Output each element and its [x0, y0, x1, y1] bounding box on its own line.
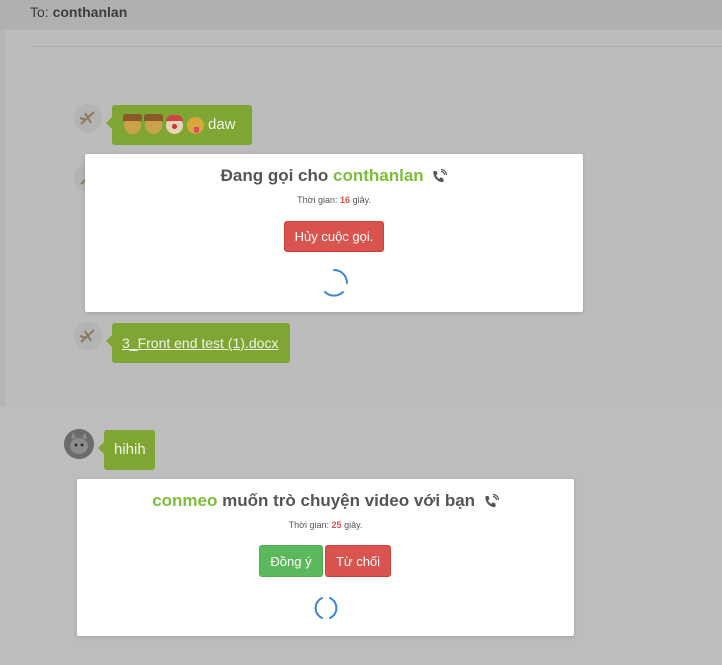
to-prefix: To:: [30, 4, 49, 20]
timer-label: Thời gian:: [288, 520, 330, 530]
reject-call-button[interactable]: Từ chối: [325, 545, 391, 577]
zany-face-icon: [187, 116, 204, 134]
phone-ringing-icon: [433, 168, 448, 182]
avatar-sketch-icon: [74, 322, 102, 350]
sender-avatar[interactable]: [74, 322, 102, 350]
recipient-label: To: conthanlan: [30, 4, 127, 20]
incoming-call-timer: Thời gian: 25 giây.: [77, 520, 574, 530]
message-bubble[interactable]: hihih: [98, 430, 155, 470]
recipient-name[interactable]: conthanlan: [53, 4, 128, 20]
outgoing-call-dialog: Đang gọi cho conthanlan Thời gian: 16 gi…: [85, 154, 583, 312]
message-text: daw: [208, 116, 236, 133]
cowboy-face-icon: [123, 113, 142, 134]
timer-value: 25: [331, 520, 342, 530]
loading-spinner-icon: [314, 597, 338, 619]
avatar-sketch-icon: [74, 104, 102, 132]
conversation-header: To: conthanlan: [0, 0, 722, 31]
incoming-call-title: conmeo muốn trò chuyện video với bạn: [77, 491, 574, 511]
timer-value: 16: [340, 195, 351, 205]
timer-label: Thời gian:: [297, 195, 338, 205]
outgoing-call-timer: Thời gian: 16 giây.: [85, 195, 583, 205]
phone-ringing-icon: [485, 493, 499, 507]
file-attachment-link[interactable]: 3_Front end test (1).docx: [122, 333, 278, 353]
contact-avatar[interactable]: [64, 429, 94, 459]
avatar-cat-icon: [64, 429, 94, 459]
accept-call-button[interactable]: Đồng ý: [259, 545, 323, 577]
loading-spinner-icon: [324, 269, 348, 297]
header-divider: [30, 46, 722, 47]
sender-avatar[interactable]: [74, 104, 102, 132]
calling-label: Đang gọi cho: [220, 166, 329, 185]
message-bubble[interactable]: daw: [106, 105, 252, 145]
incoming-call-message: muốn trò chuyện video với bạn: [222, 491, 476, 510]
clown-face-icon: [166, 114, 183, 134]
cancel-call-button[interactable]: Hủy cuộc gọi.: [284, 221, 384, 252]
callee-name: conthanlan: [333, 166, 424, 185]
file-message-bubble: 3_Front end test (1).docx: [106, 323, 290, 363]
cowboy-face-icon: [144, 113, 163, 134]
incoming-call-dialog: conmeo muốn trò chuyện video với bạn Thờ…: [77, 479, 574, 636]
caller-name: conmeo: [152, 491, 218, 510]
timer-unit: giây.: [352, 195, 371, 205]
message-text: hihih: [114, 441, 146, 458]
timer-unit: giây.: [344, 520, 363, 530]
outgoing-call-title: Đang gọi cho conthanlan: [85, 166, 583, 186]
